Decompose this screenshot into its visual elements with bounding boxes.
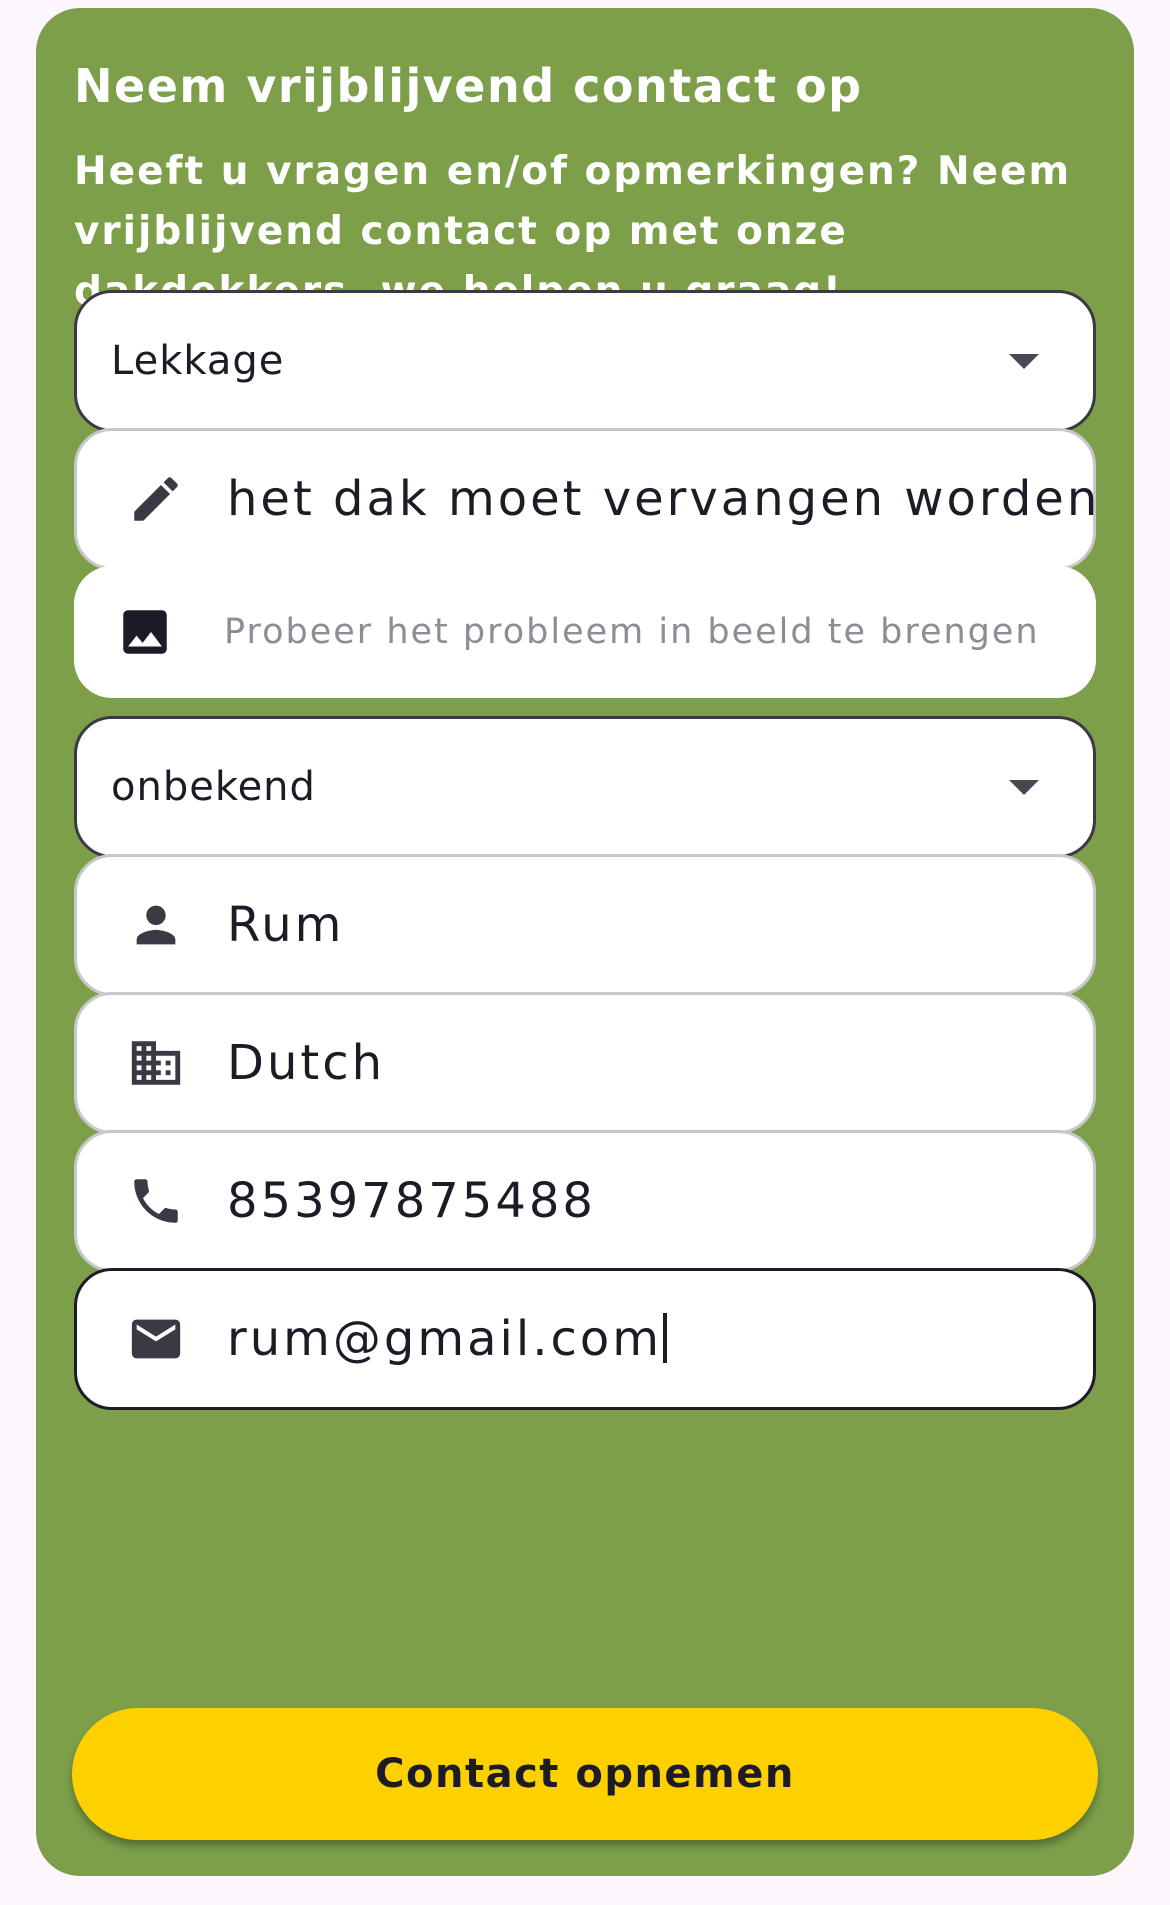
chevron-down-icon xyxy=(1009,779,1039,795)
phone-icon xyxy=(127,1172,185,1230)
email-value: rum@gmail.com xyxy=(227,1311,667,1367)
building-icon xyxy=(127,1034,185,1092)
description-field[interactable]: het dak moet vervangen worden xyxy=(74,428,1097,570)
category-select[interactable]: Lekkage xyxy=(74,290,1096,432)
pencil-icon xyxy=(127,470,185,528)
phone-value: 85397875488 xyxy=(227,1173,596,1229)
image-upload-placeholder: Probeer het probleem in beeld te brengen xyxy=(224,612,1040,652)
company-value: Dutch xyxy=(227,1035,386,1091)
image-icon xyxy=(116,603,174,661)
category-select-value: Lekkage xyxy=(111,338,285,384)
urgency-select[interactable]: onbekend xyxy=(74,716,1096,858)
contact-submit-button[interactable]: Contact opnemen xyxy=(72,1708,1098,1840)
form-title: Neem vrijblijvend contact op xyxy=(74,59,863,113)
company-field[interactable]: Dutch xyxy=(74,992,1096,1134)
email-value-text: rum@gmail.com xyxy=(227,1311,662,1367)
description-value: het dak moet vervangen worden xyxy=(227,471,1101,527)
person-icon xyxy=(127,896,185,954)
name-value: Rum xyxy=(227,897,345,953)
chevron-down-icon xyxy=(1009,353,1039,369)
text-cursor xyxy=(663,1313,667,1363)
urgency-select-value: onbekend xyxy=(111,764,316,810)
name-field[interactable]: Rum xyxy=(74,854,1096,996)
phone-field[interactable]: 85397875488 xyxy=(74,1130,1096,1272)
mail-icon xyxy=(127,1310,185,1368)
image-upload-field[interactable]: Probeer het probleem in beeld te brengen xyxy=(74,566,1096,698)
contact-form-card: Neem vrijblijvend contact op Heeft u vra… xyxy=(36,8,1134,1876)
email-field[interactable]: rum@gmail.com xyxy=(74,1268,1096,1410)
